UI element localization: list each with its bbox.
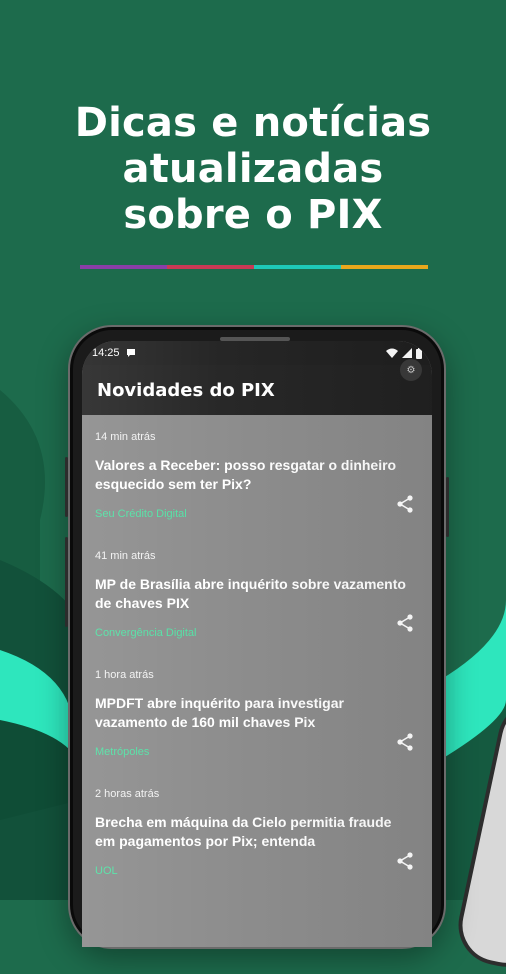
battery-icon xyxy=(416,347,422,359)
status-bar: 14:25 xyxy=(82,341,432,365)
phone-side-button xyxy=(446,477,449,537)
news-age: 14 min atrás xyxy=(95,431,156,443)
news-headline[interactable]: MP de Brasília abre inquérito sobre vaza… xyxy=(95,575,410,613)
news-source[interactable]: Seu Crédito Digital xyxy=(95,508,187,520)
news-headline[interactable]: MPDFT abre inquérito para investigar vaz… xyxy=(95,694,410,732)
divider-segment xyxy=(167,265,254,269)
news-feed[interactable]: 14 min atrás Valores a Receber: posso re… xyxy=(82,415,432,891)
phone-side-button xyxy=(65,457,68,517)
promo-line-2: atualizadas xyxy=(122,146,384,192)
promo-line-3: sobre o PIX xyxy=(123,192,383,238)
signal-icon xyxy=(402,348,412,358)
settings-icon[interactable]: ⚙ xyxy=(400,359,422,381)
news-age: 2 horas atrás xyxy=(95,788,160,800)
share-icon[interactable] xyxy=(396,733,414,751)
wifi-icon xyxy=(386,348,398,358)
news-headline[interactable]: Brecha em máquina da Cielo permitia frau… xyxy=(95,813,410,851)
news-source[interactable]: Convergência Digital xyxy=(95,627,197,639)
divider-segment xyxy=(80,265,167,269)
color-divider xyxy=(80,265,428,269)
phone-frame: 14:25 Novidades do PIX ⚙ 14 min atrás Va… xyxy=(65,325,449,949)
share-icon[interactable] xyxy=(396,495,414,513)
app-bar: Novidades do PIX ⚙ xyxy=(82,359,432,415)
promo-headline: Dicas e notícias atualizadas sobre o PIX xyxy=(0,100,506,238)
news-item[interactable]: 2 horas atrás Brecha em máquina da Cielo… xyxy=(82,772,432,891)
chat-bubble-icon xyxy=(126,349,135,357)
phone-side-button xyxy=(65,537,68,627)
news-source[interactable]: UOL xyxy=(95,865,118,877)
news-age: 1 hora atrás xyxy=(95,669,154,681)
promo-line-1: Dicas e notícias xyxy=(74,100,432,146)
share-icon[interactable] xyxy=(396,614,414,632)
phone-screen: 14:25 Novidades do PIX ⚙ 14 min atrás Va… xyxy=(82,341,432,947)
news-source[interactable]: Metrópoles xyxy=(95,746,149,758)
news-headline[interactable]: Valores a Receber: posso resgatar o dinh… xyxy=(95,456,410,494)
news-item[interactable]: 1 hora atrás MPDFT abre inquérito para i… xyxy=(82,653,432,772)
divider-segment xyxy=(341,265,428,269)
divider-segment xyxy=(254,265,341,269)
news-age: 41 min atrás xyxy=(95,550,156,562)
status-time: 14:25 xyxy=(92,347,120,359)
share-icon[interactable] xyxy=(396,852,414,870)
app-title: Novidades do PIX xyxy=(97,379,275,401)
news-item[interactable]: 41 min atrás MP de Brasília abre inquéri… xyxy=(82,534,432,653)
news-item[interactable]: 14 min atrás Valores a Receber: posso re… xyxy=(82,415,432,534)
